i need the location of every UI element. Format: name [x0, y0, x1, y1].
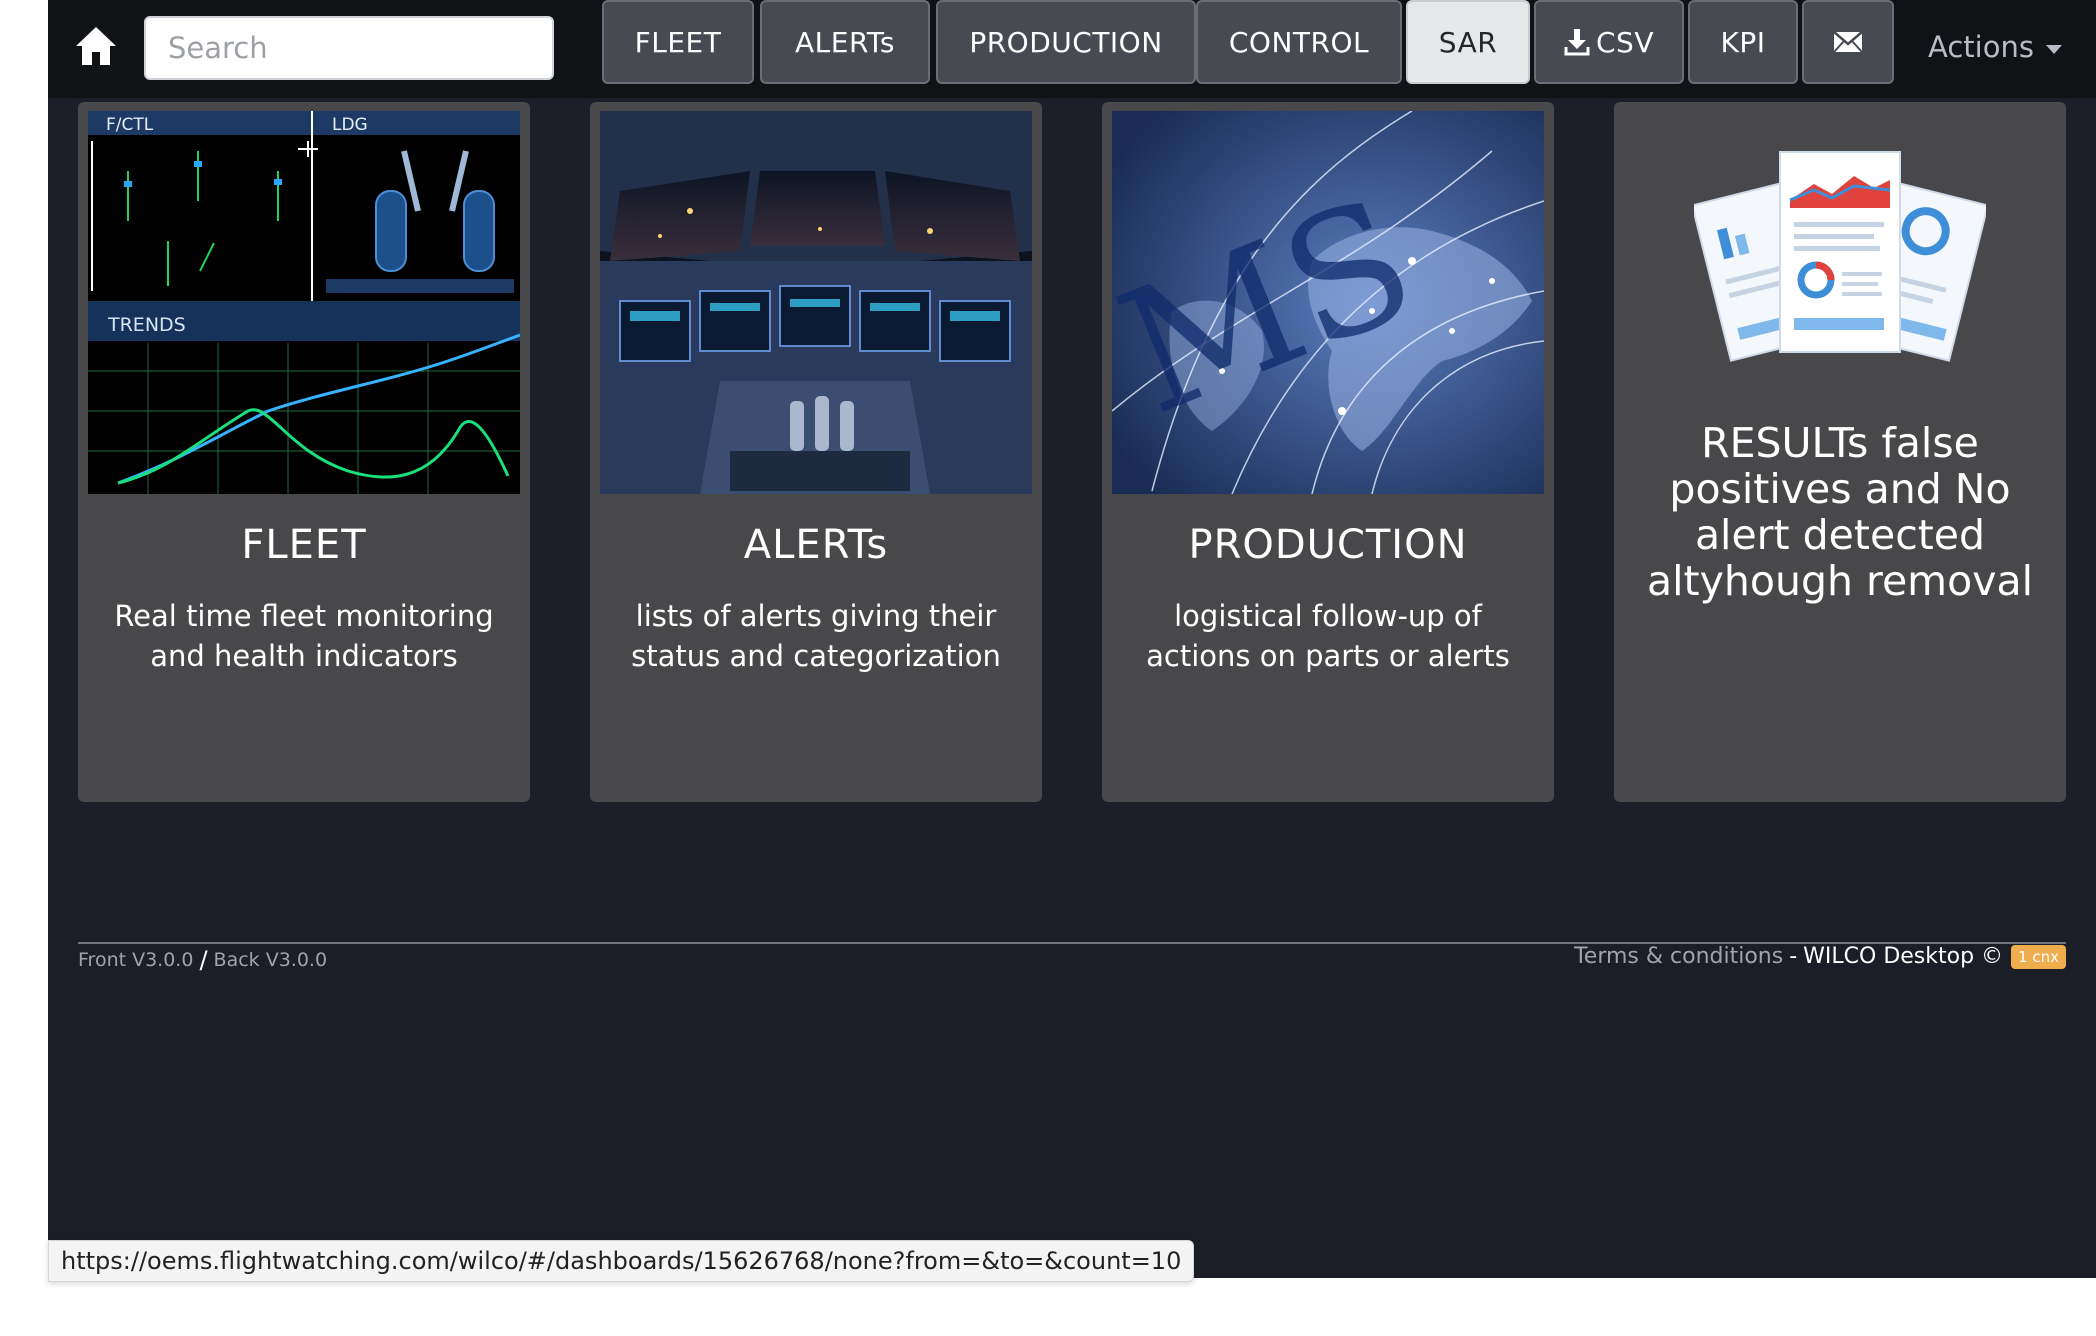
card-production[interactable]: MS PRODUCTION logistical follow-up of ac…	[1102, 102, 1554, 802]
actions-label: Actions	[1928, 30, 2034, 64]
top-navbar: FLEET ALERTs PRODUCTION CONTROL SAR CSV	[48, 0, 2096, 98]
card-results[interactable]: RESULTs false positives and No alert det…	[1614, 102, 2066, 802]
brand-label: WILCO Desktop ©	[1803, 944, 2004, 969]
nav-button-label: KPI	[1720, 25, 1766, 59]
nav-button-mail[interactable]	[1802, 0, 1894, 84]
panel-left-label: F/CTL	[106, 115, 154, 135]
card-alerts[interactable]: ALERTs lists of alerts giving their stat…	[590, 102, 1042, 802]
trends-label: TRENDS	[107, 314, 186, 336]
nav-button-label: PRODUCTION	[969, 25, 1163, 59]
nav-button-kpi[interactable]: KPI	[1688, 0, 1798, 84]
nav-button-label: FLEET	[634, 25, 722, 59]
nav-button-control[interactable]: CONTROL	[1196, 0, 1402, 84]
nav-button-label: ALERTs	[795, 25, 895, 59]
card-description: logistical follow-up of actions on parts…	[1146, 599, 1510, 673]
card-title: FLEET	[241, 522, 367, 568]
nav-button-sar[interactable]: SAR	[1406, 0, 1530, 84]
caret-down-icon	[2045, 44, 2062, 54]
home-icon[interactable]	[74, 24, 118, 68]
terms-link[interactable]: Terms & conditions	[1574, 944, 1783, 969]
world-network-image: MS	[1112, 111, 1544, 494]
card-fleet[interactable]: F/CTL LDG TRENDS FLEET Real time fleet m…	[78, 102, 530, 802]
download-icon	[1564, 28, 1590, 56]
nav-button-alerts[interactable]: ALERTs	[760, 0, 930, 84]
front-version: Front V3.0.0	[78, 949, 194, 971]
footer-dash: -	[1789, 944, 1798, 969]
nav-button-label: CONTROL	[1228, 25, 1370, 59]
card-description: lists of alerts giving their status and …	[631, 599, 1001, 673]
search-input[interactable]	[144, 16, 554, 80]
version-separator: /	[199, 946, 208, 974]
nav-button-fleet[interactable]: FLEET	[602, 0, 754, 84]
envelope-icon	[1833, 31, 1863, 53]
nav-button-label: CSV	[1596, 25, 1654, 59]
status-bar-url: https://oems.flightwatching.com/wilco/#/…	[48, 1240, 1195, 1282]
fleet-dashboard-image: F/CTL LDG TRENDS	[88, 111, 520, 494]
card-title: RESULTs false positives and No alert det…	[1647, 419, 2033, 605]
cockpit-image	[600, 111, 1032, 494]
panel-right-label: LDG	[332, 115, 368, 135]
card-description: Real time fleet monitoring and health in…	[114, 599, 494, 673]
footer-right: Terms & conditions - WILCO Desktop © 1 c…	[1574, 944, 2066, 969]
nav-button-label: SAR	[1438, 25, 1498, 59]
back-version: Back V3.0.0	[213, 949, 328, 971]
actions-dropdown[interactable]: Actions	[1928, 22, 2062, 72]
connection-badge: 1 cnx	[2011, 944, 2066, 969]
report-documents-icon	[1694, 150, 1986, 370]
nav-button-csv[interactable]: CSV	[1534, 0, 1684, 84]
nav-button-production[interactable]: PRODUCTION	[936, 0, 1196, 84]
version-info: Front V3.0.0 / Back V3.0.0	[78, 946, 327, 974]
app-window: FLEET ALERTs PRODUCTION CONTROL SAR CSV	[48, 0, 2096, 1278]
card-title: PRODUCTION	[1188, 522, 1468, 568]
card-title: ALERTs	[743, 522, 889, 568]
